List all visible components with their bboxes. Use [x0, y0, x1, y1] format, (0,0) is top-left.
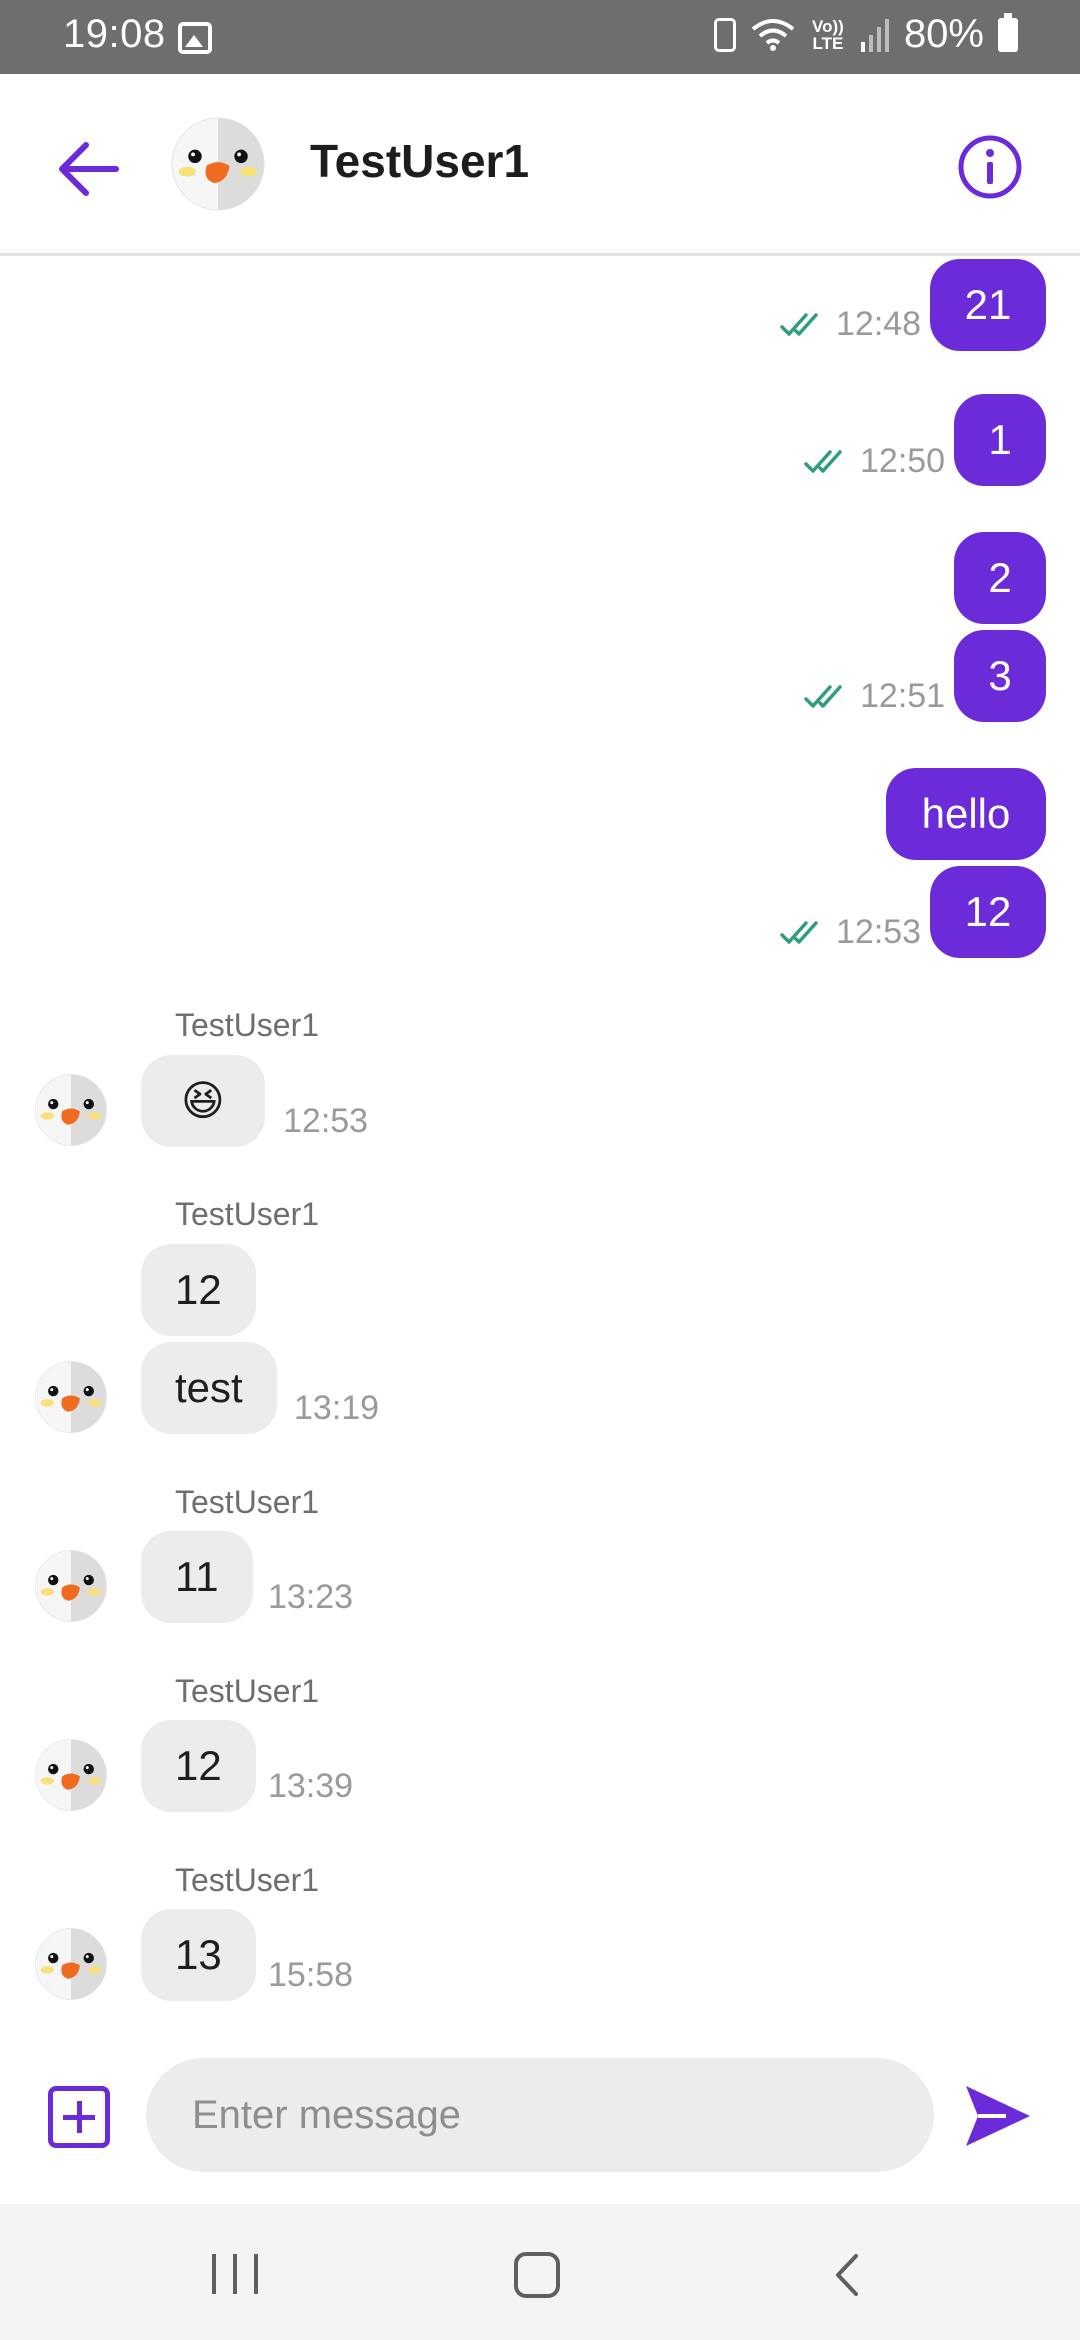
attach-button[interactable]: [48, 2086, 110, 2148]
message-time: 12:53: [836, 913, 922, 951]
message-meta: 12:48: [780, 305, 921, 344]
read-check-icon: [804, 448, 852, 476]
outgoing-message[interactable]: 21: [930, 259, 1046, 351]
back-button[interactable]: [52, 129, 132, 209]
incoming-message[interactable]: test: [141, 1342, 277, 1434]
read-check-icon: [804, 683, 852, 711]
send-button[interactable]: [962, 2082, 1034, 2150]
battery-icon: [998, 12, 1018, 52]
message-input[interactable]: [146, 2058, 934, 2172]
message-time: 13:23: [268, 1578, 354, 1616]
message-list[interactable]: 21 12:48 1 12:50 2 3 12:51 hello 12 12:5…: [0, 259, 1080, 2019]
message-meta: 12:50: [804, 442, 945, 481]
signal-icon: [860, 18, 889, 52]
info-icon: [958, 135, 1022, 199]
recents-icon[interactable]: [212, 2254, 258, 2294]
incoming-message[interactable]: 12: [141, 1720, 256, 1812]
message-time: 12:48: [836, 305, 922, 343]
home-icon[interactable]: [514, 2252, 560, 2298]
wifi-icon: [751, 18, 795, 51]
avatar[interactable]: [34, 1738, 108, 1812]
sender-name: TestUser1: [175, 1007, 320, 1043]
sender-name: TestUser1: [175, 1862, 320, 1898]
info-button[interactable]: [955, 132, 1025, 202]
message-time: 13:39: [268, 1767, 354, 1805]
chat-header: TestUser1: [0, 74, 1080, 256]
incoming-message[interactable]: 11: [141, 1531, 253, 1623]
status-bar: 19:08 Vo)) LTE 80%: [0, 0, 1080, 74]
status-time: 19:08: [63, 12, 166, 56]
page-title: TestUser1: [310, 135, 530, 187]
status-icons: Vo)) LTE 80%: [713, 12, 1018, 57]
message-time: 12:50: [860, 442, 946, 480]
incoming-message[interactable]: 13: [141, 1909, 256, 2001]
avatar[interactable]: [34, 1549, 108, 1623]
outgoing-message[interactable]: 2: [954, 532, 1046, 624]
sync-icon: [713, 17, 736, 52]
read-check-icon: [780, 919, 828, 947]
message-meta: 12:53: [780, 913, 921, 952]
message-time: 13:19: [294, 1389, 380, 1427]
chat-screen: 19:08 Vo)) LTE 80% TestUser1 21 12:48 1 …: [0, 0, 1080, 2340]
incoming-message[interactable]: 12: [141, 1244, 256, 1336]
read-check-icon: [780, 311, 828, 339]
arrow-left-icon: [59, 142, 119, 196]
volte-icon: Vo)) LTE: [812, 16, 844, 53]
incoming-message[interactable]: 😆: [141, 1055, 265, 1147]
back-icon[interactable]: [826, 2252, 872, 2298]
sender-name: TestUser1: [175, 1484, 320, 1520]
outgoing-message[interactable]: 12: [930, 866, 1046, 958]
outgoing-message[interactable]: 1: [954, 394, 1046, 486]
avatar[interactable]: [34, 1360, 108, 1434]
sender-name: TestUser1: [175, 1196, 320, 1232]
message-time: 12:53: [283, 1102, 369, 1140]
gallery-icon: [178, 22, 212, 54]
avatar[interactable]: [34, 1927, 108, 2001]
battery-percent: 80%: [903, 12, 984, 56]
avatar[interactable]: [34, 1073, 108, 1147]
message-meta: 12:51: [804, 677, 945, 716]
message-time: 12:51: [860, 677, 946, 715]
outgoing-message[interactable]: 3: [954, 630, 1046, 722]
sender-name: TestUser1: [175, 1673, 320, 1709]
avatar[interactable]: [170, 116, 266, 212]
system-nav-bar: [0, 2204, 1080, 2340]
message-time: 15:58: [268, 1956, 354, 1994]
outgoing-message[interactable]: hello: [886, 768, 1046, 860]
message-composer: [0, 2030, 1080, 2200]
